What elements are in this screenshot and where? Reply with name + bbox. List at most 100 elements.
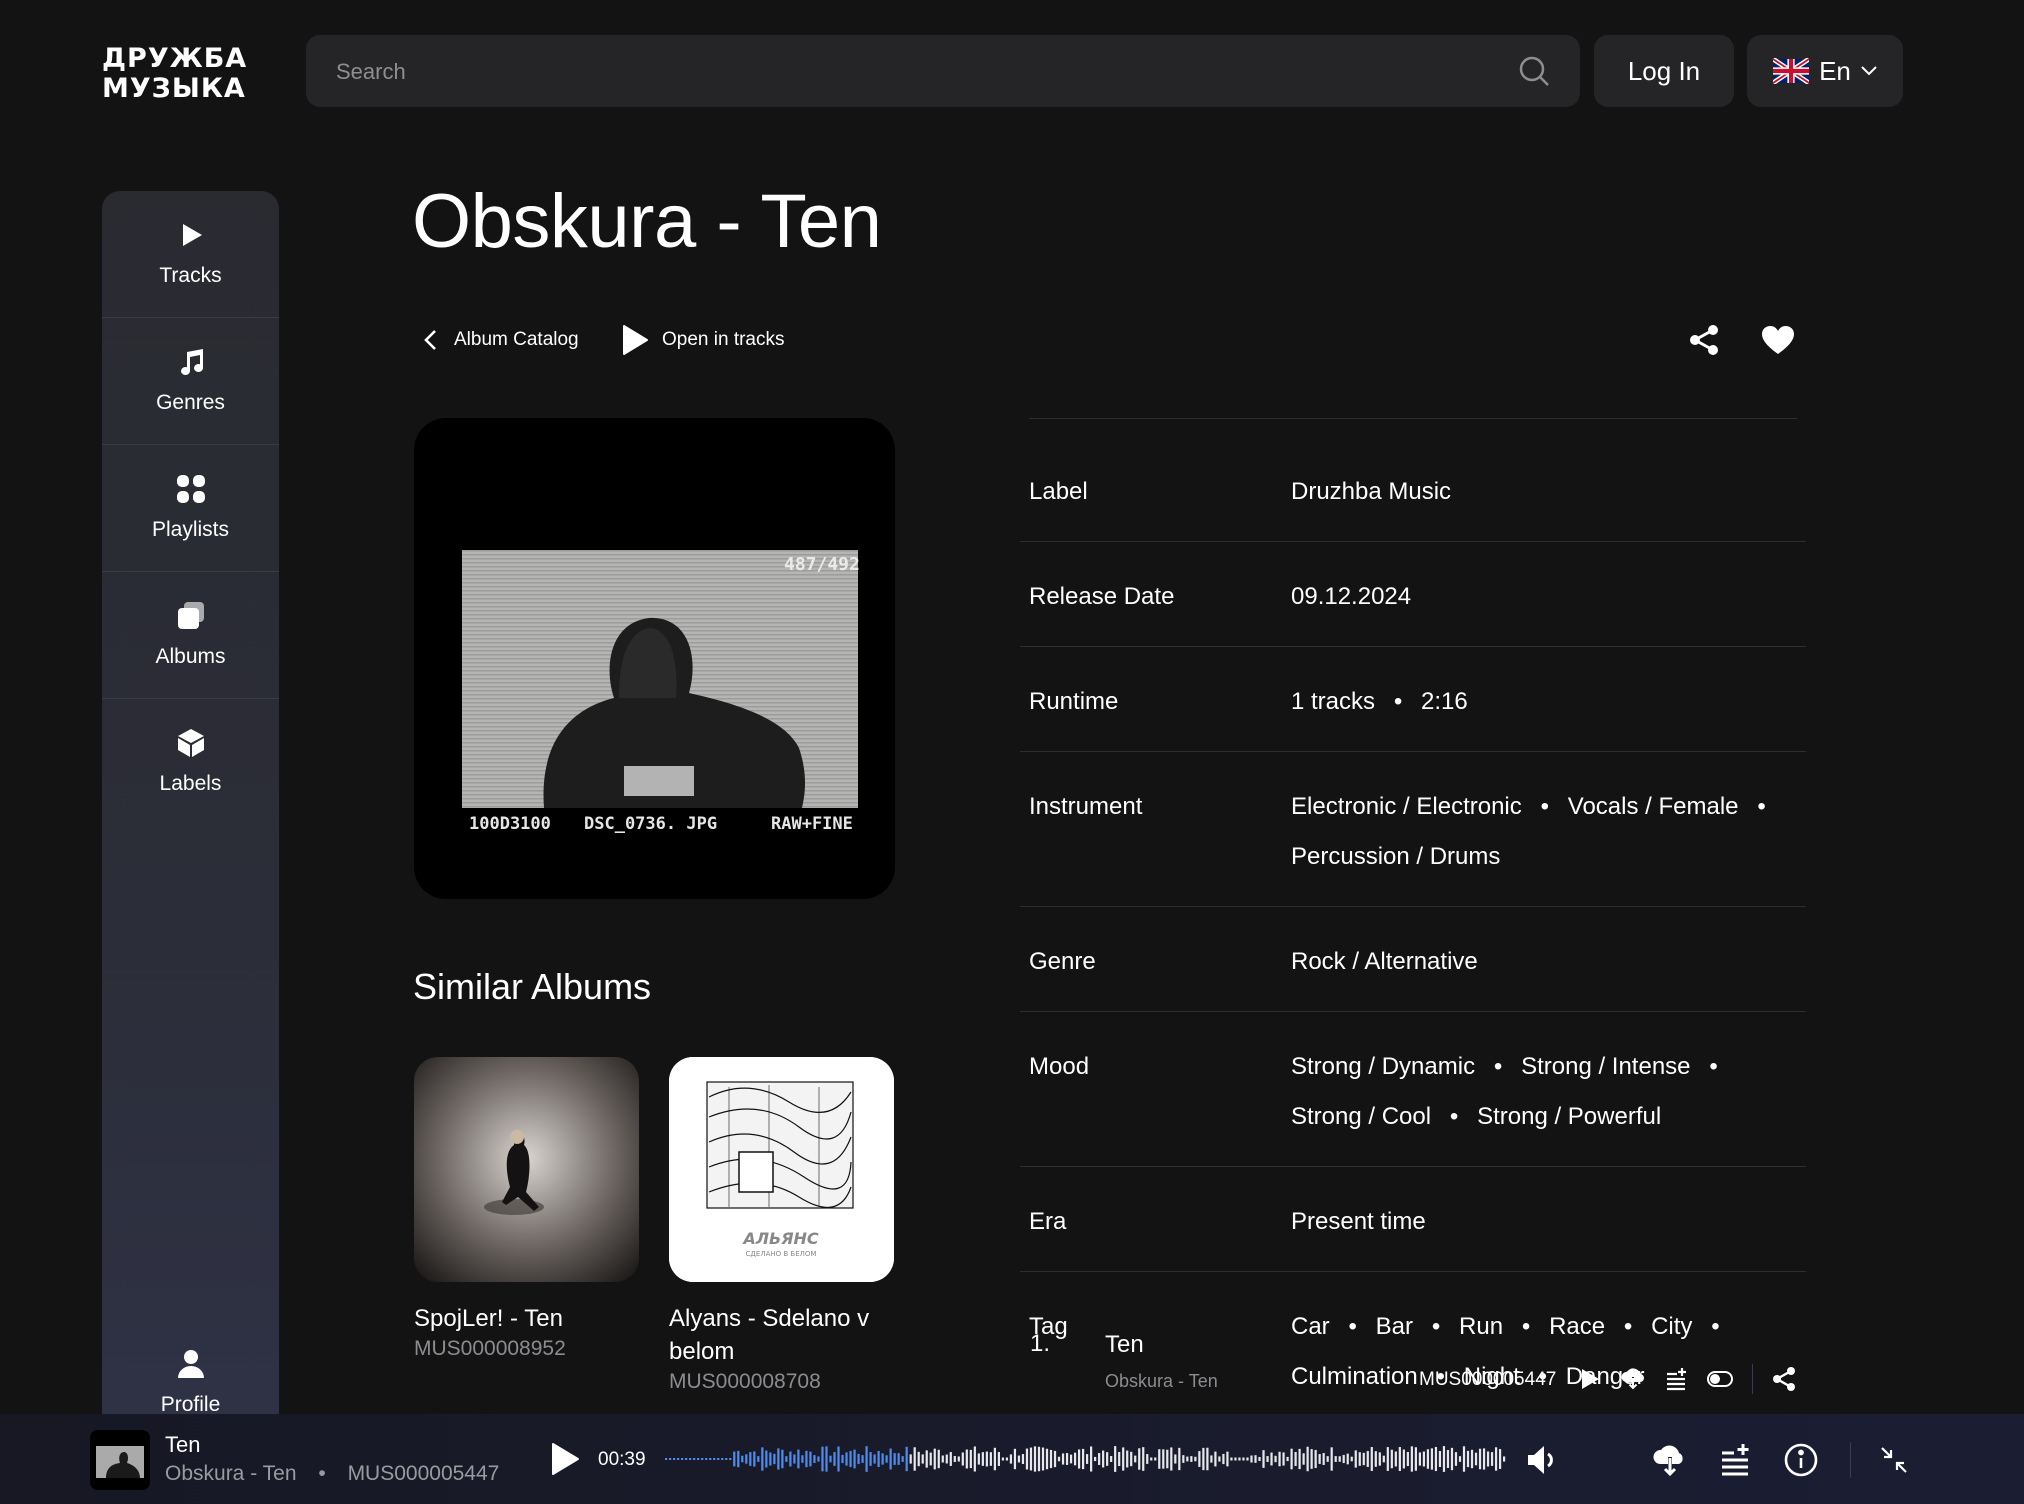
login-button[interactable]: Log In — [1594, 35, 1734, 107]
heart-icon[interactable] — [1761, 325, 1795, 355]
waveform-bar — [1398, 1447, 1401, 1471]
tag-item[interactable]: Run — [1459, 1302, 1503, 1352]
waveform-bar — [1378, 1452, 1381, 1466]
info-icon[interactable] — [1783, 1442, 1819, 1478]
waveform-bar — [1214, 1451, 1217, 1467]
mood-tag[interactable]: Strong / Powerful — [1477, 1092, 1661, 1142]
waveform-bar — [765, 1450, 768, 1468]
waveform-bar — [777, 1448, 780, 1470]
waveform-bar — [1081, 1448, 1085, 1470]
collapse-player-icon[interactable] — [1876, 1442, 1912, 1478]
waveform-bar — [769, 1452, 772, 1466]
waveform-bar — [1086, 1454, 1089, 1464]
similar-album-code: MUS000008708 — [669, 1370, 821, 1393]
cover-brand-text: АЛЬЯНС — [741, 1229, 819, 1248]
waveform-bar — [1366, 1451, 1369, 1467]
separator-dot: • — [1348, 1313, 1357, 1340]
open-in-tracks-button[interactable]: Open in tracks — [622, 320, 785, 360]
back-to-album-catalog[interactable]: Album Catalog — [422, 320, 579, 360]
volume-icon[interactable] — [1524, 1442, 1560, 1478]
track-title[interactable]: Ten — [1105, 1331, 1144, 1359]
waveform-bar — [897, 1453, 900, 1465]
waveform-bar — [1114, 1446, 1117, 1472]
mood-tag[interactable]: Strong / Intense — [1521, 1042, 1690, 1092]
waveform-bar — [1065, 1453, 1069, 1465]
waveform-bar — [841, 1454, 844, 1464]
waveform-bar — [1414, 1447, 1417, 1471]
waveform-bar — [1170, 1447, 1173, 1471]
toggle-icon[interactable] — [1707, 1366, 1733, 1392]
waveform-bar — [717, 1458, 720, 1460]
waveform-bar — [1374, 1451, 1377, 1467]
sidebar-item-labels[interactable]: Labels — [102, 699, 279, 825]
instrument-tag[interactable]: Vocals / Female — [1568, 782, 1739, 832]
tag-item[interactable]: Culmination — [1291, 1352, 1418, 1402]
share-icon[interactable] — [1688, 324, 1720, 356]
sidebar-item-profile[interactable]: Profile — [102, 1349, 279, 1417]
track-play-icon[interactable] — [1577, 1366, 1603, 1392]
sidebar-item-genres[interactable]: Genres — [102, 318, 279, 445]
mood-tag[interactable]: Strong / Cool — [1291, 1092, 1431, 1142]
instrument-tag[interactable]: Percussion / Drums — [1291, 832, 1500, 882]
waveform-bar — [1454, 1452, 1458, 1466]
grid-icon — [176, 475, 205, 503]
waveform-bar — [797, 1449, 800, 1469]
sidebar-item-playlists[interactable]: Playlists — [102, 445, 279, 572]
tag-item[interactable]: Race — [1549, 1302, 1605, 1352]
add-to-playlist-icon[interactable] — [1718, 1442, 1754, 1478]
add-to-playlist-icon[interactable] — [1664, 1366, 1690, 1392]
waveform-bar — [1118, 1451, 1121, 1467]
cube-icon — [177, 729, 204, 757]
waveform-bar — [669, 1458, 672, 1460]
waveform-bar — [1182, 1455, 1185, 1463]
waveform-bar — [1362, 1452, 1365, 1466]
player-play-button[interactable] — [550, 1442, 580, 1476]
waveform-bar — [1154, 1457, 1157, 1461]
similar-album-card[interactable]: АЛЬЯНС СДЕЛАНО В БЕЛОМ Alyans - Sdelano … — [669, 1057, 894, 1394]
track-share-icon[interactable] — [1771, 1366, 1797, 1392]
waveform-bar — [1029, 1447, 1033, 1471]
waveform-bar — [1045, 1448, 1049, 1470]
waveform-bar — [1001, 1457, 1005, 1461]
waveform-bar — [1090, 1446, 1093, 1472]
logo[interactable]: ДРУЖБА МУЗЫКА — [102, 44, 272, 104]
search-input[interactable] — [334, 35, 1488, 109]
tag-item[interactable]: City — [1651, 1302, 1692, 1352]
waveform-bar — [865, 1446, 868, 1472]
waveform-bar — [1033, 1446, 1037, 1472]
player-album-thumbnail[interactable] — [90, 1430, 150, 1490]
waveform-bar — [1442, 1446, 1446, 1472]
info-key: Label — [1029, 478, 1088, 505]
similar-album-card[interactable]: SpojLer! - Ten MUS000008952 — [414, 1057, 639, 1361]
search-icon[interactable] — [1518, 55, 1550, 87]
waveform-bar — [1326, 1456, 1329, 1462]
mood-tag[interactable]: Strong / Dynamic — [1291, 1042, 1475, 1092]
waveform-bar — [933, 1448, 936, 1470]
album-cover-image: 487/492 100D3100 DSC_0736. JPG RAW+FINE — [462, 550, 860, 834]
waveform-bar — [981, 1452, 984, 1466]
download-cloud-icon[interactable] — [1620, 1366, 1646, 1392]
era-tag[interactable]: Present time — [1291, 1197, 1426, 1247]
instrument-tag[interactable]: Electronic / Electronic — [1291, 782, 1522, 832]
sidebar-item-albums[interactable]: Albums — [102, 572, 279, 699]
genre-tag[interactable]: Rock / Alternative — [1291, 937, 1478, 987]
waveform-bar — [1053, 1450, 1057, 1468]
waveform-bar — [1382, 1455, 1385, 1463]
sidebar-item-tracks[interactable]: Tracks — [102, 191, 279, 318]
label-link[interactable]: Druzhba Music — [1291, 467, 1451, 517]
language-selector[interactable]: En — [1747, 35, 1903, 107]
tag-item[interactable]: Bar — [1376, 1302, 1413, 1352]
waveform-bar — [1158, 1449, 1161, 1469]
tag-item[interactable]: Car — [1291, 1302, 1330, 1352]
waveform-bar — [1174, 1454, 1177, 1464]
player-waveform-seek[interactable] — [665, 1444, 1507, 1474]
waveform-bar — [1178, 1447, 1181, 1471]
waveform-bar — [1166, 1449, 1169, 1469]
download-cloud-icon[interactable] — [1652, 1442, 1688, 1478]
waveform-bar — [745, 1454, 748, 1464]
albums-icon — [177, 602, 204, 629]
waveform-bar — [1478, 1448, 1482, 1470]
waveform-bar — [677, 1458, 680, 1460]
waveform-bar — [833, 1452, 836, 1466]
page-title: Obskura - Ten — [412, 179, 882, 264]
